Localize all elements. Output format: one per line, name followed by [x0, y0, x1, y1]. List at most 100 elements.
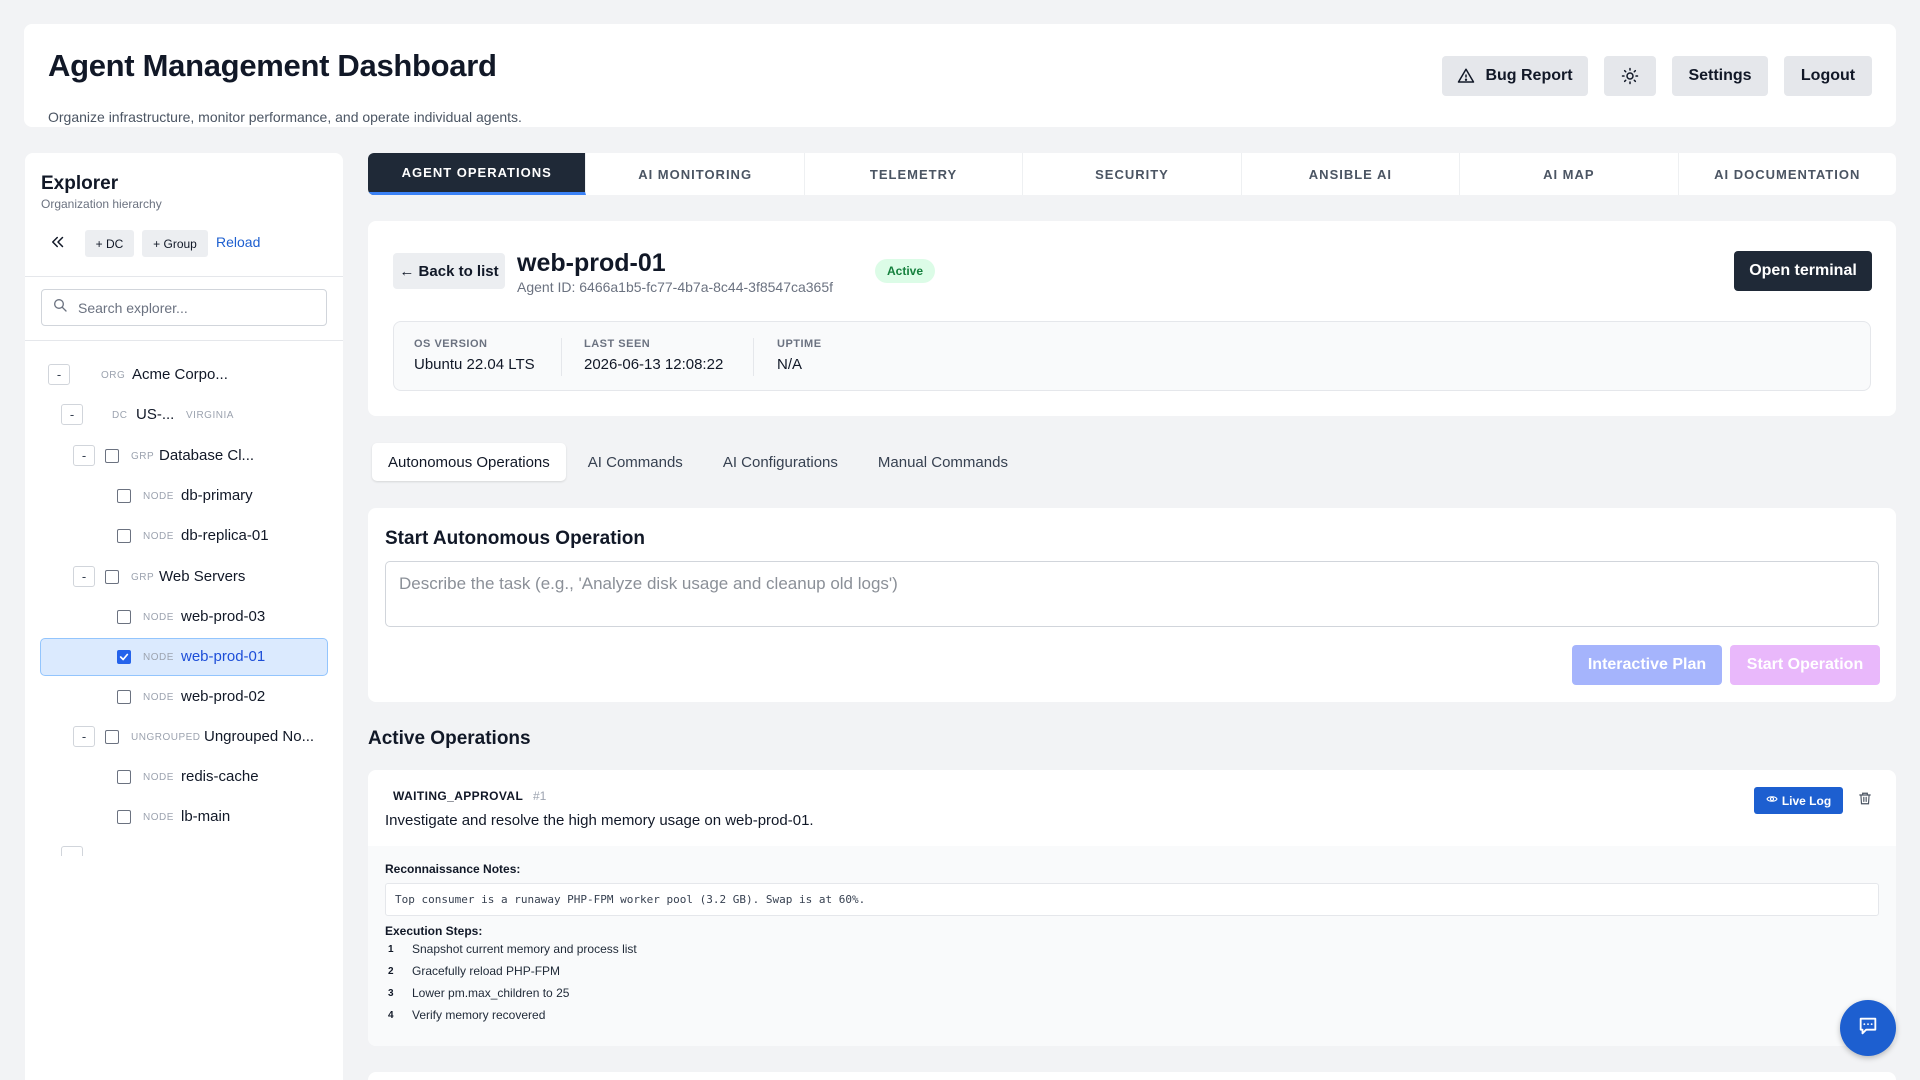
task-description-input[interactable] — [385, 561, 1879, 627]
tree-item-node[interactable]: NODE db-primary — [25, 478, 343, 514]
tree-checkbox[interactable] — [105, 730, 119, 744]
tab-ai-monitoring[interactable]: AI MONITORING — [586, 153, 805, 195]
tree-item-label: Ungrouped No... — [204, 728, 315, 745]
tree-checkbox[interactable] — [105, 570, 119, 584]
tree-checkbox[interactable] — [117, 529, 131, 543]
tab-ansible-ai[interactable]: ANSIBLE AI — [1242, 153, 1461, 195]
back-to-list-button[interactable]: ← Back to list — [393, 253, 505, 289]
tree-item-group[interactable]: - GRP Database Cl... — [25, 438, 343, 474]
page-title: Agent Management Dashboard — [48, 48, 497, 83]
add-group-button[interactable]: + Group — [142, 230, 208, 257]
settings-button[interactable]: Settings — [1672, 56, 1768, 96]
reload-link[interactable]: Reload — [216, 234, 260, 250]
tree-item-type: NODE — [143, 531, 174, 542]
search-icon — [52, 297, 68, 318]
collapse-toggle[interactable]: - — [61, 404, 83, 425]
tree-item-type: UNGROUPED — [131, 732, 201, 743]
operation-description: Investigate and resolve the high memory … — [385, 812, 814, 829]
tab-ai-documentation[interactable]: AI DOCUMENTATION — [1679, 153, 1896, 195]
tree-checkbox[interactable] — [117, 770, 131, 784]
tree-item-label: lb-main — [181, 808, 231, 825]
collapse-toggle[interactable]: - — [73, 726, 95, 747]
explorer-sidebar: Explorer Organization hierarchy + DC + G… — [25, 153, 343, 1080]
operation-card: WAITING_APPROVAL #1 Investigate and reso… — [368, 770, 1896, 1046]
tree-item-label: db-primary — [181, 487, 253, 504]
warning-icon — [1457, 67, 1475, 85]
live-log-button[interactable]: Live Log — [1754, 787, 1843, 814]
tree-checkbox[interactable] — [117, 489, 131, 503]
agent-name: web-prod-01 — [517, 249, 666, 277]
reconnaissance-notes: Top consumer is a runaway PHP-FPM worker… — [385, 883, 1879, 916]
tree-item-dc[interactable]: - DC US-... VIRGINIA — [25, 397, 343, 433]
double-chevron-left-icon — [49, 233, 67, 256]
tree-item-label: web-prod-03 — [181, 608, 266, 625]
step-text: Gracefully reload PHP-FPM — [412, 964, 561, 978]
step-number: 1 — [388, 943, 394, 955]
stat-value: N/A — [777, 356, 803, 373]
tab-security[interactable]: SECURITY — [1023, 153, 1242, 195]
stat-uptime: UPTIME N/A — [777, 338, 822, 373]
theme-toggle-button[interactable] — [1604, 56, 1656, 96]
tree-item-type: NODE — [143, 612, 174, 623]
chat-button[interactable] — [1840, 1000, 1896, 1056]
tree-item-node[interactable]: NODE redis-cache — [25, 759, 343, 795]
active-operations-title: Active Operations — [368, 728, 531, 749]
subtab-autonomous-operations[interactable]: Autonomous Operations — [372, 443, 566, 481]
stat-value: 2026-06-13 12:08:22 — [584, 356, 724, 373]
tree-item-type: NODE — [143, 692, 174, 703]
tree-item-type: NODE — [143, 652, 174, 663]
stat-label: UPTIME — [777, 338, 822, 350]
collapse-toggle[interactable]: - — [48, 364, 70, 385]
stat-label: OS VERSION — [414, 338, 488, 350]
subtab-ai-configurations[interactable]: AI Configurations — [705, 443, 856, 481]
tree-item-type: ORG — [101, 370, 126, 381]
tab-ai-map[interactable]: AI MAP — [1460, 153, 1679, 195]
tree-item-node[interactable]: NODE web-prod-02 — [25, 679, 343, 715]
operation-number: #1 — [533, 789, 547, 803]
interactive-plan-button[interactable]: Interactive Plan — [1572, 645, 1722, 685]
divider — [25, 340, 343, 341]
agent-detail-card: ← Back to list web-prod-01 Agent ID: 646… — [368, 221, 1896, 416]
tree-item-node-selected[interactable]: NODE web-prod-01 — [40, 638, 328, 676]
tree-item-ungrouped[interactable]: - UNGROUPED Ungrouped No... — [25, 719, 343, 755]
tree-checkbox[interactable] — [105, 449, 119, 463]
tree-item-label: db-replica-01 — [181, 527, 269, 544]
tree-checkbox-checked[interactable] — [117, 650, 131, 664]
tree-item-region: VIRGINIA — [186, 410, 234, 421]
tree-item-node[interactable]: NODE web-prod-03 — [25, 599, 343, 635]
divider — [561, 338, 562, 376]
stat-last-seen: LAST SEEN 2026-06-13 12:08:22 — [584, 338, 723, 373]
collapse-toggle[interactable]: - — [73, 566, 95, 587]
tree-item-label: US-... — [136, 406, 175, 423]
logout-button[interactable]: Logout — [1784, 56, 1872, 96]
explorer-subtitle: Organization hierarchy — [41, 197, 162, 211]
bug-report-button[interactable]: Bug Report — [1442, 56, 1588, 96]
explorer-search[interactable] — [41, 289, 327, 326]
tree-checkbox[interactable] — [117, 610, 131, 624]
start-operation-button[interactable]: Start Operation — [1730, 645, 1880, 685]
tree-checkbox[interactable] — [117, 810, 131, 824]
tree-item-type: GRP — [131, 572, 155, 583]
subtab-ai-commands[interactable]: AI Commands — [570, 443, 701, 481]
tree-item-node[interactable]: NODE db-replica-01 — [25, 518, 343, 554]
tree-item-label: web-prod-01 — [181, 648, 266, 665]
add-dc-button[interactable]: + DC — [85, 230, 134, 257]
tab-telemetry[interactable]: TELEMETRY — [805, 153, 1024, 195]
tree-item-org[interactable]: - ORG Acme Corpo... — [25, 357, 343, 393]
delete-operation-button[interactable] — [1858, 791, 1872, 811]
collapse-toggle-partial[interactable] — [61, 846, 83, 856]
collapse-sidebar-button[interactable] — [45, 231, 71, 257]
tree-item-node[interactable]: NODE lb-main — [25, 799, 343, 835]
agent-id: Agent ID: 6466a1b5-fc77-4b7a-8c44-3f8547… — [517, 279, 834, 295]
tree-item-label: redis-cache — [181, 768, 259, 785]
tree-item-group[interactable]: - GRP Web Servers — [25, 559, 343, 595]
execution-step: 3 Lower pm.max_children to 25 — [388, 984, 569, 1002]
tree-checkbox[interactable] — [117, 690, 131, 704]
search-input[interactable] — [78, 299, 298, 316]
tab-agent-operations[interactable]: AGENT OPERATIONS — [368, 153, 587, 195]
open-terminal-button[interactable]: Open terminal — [1734, 251, 1872, 291]
collapse-toggle[interactable]: - — [73, 445, 95, 466]
tree-item-label: Web Servers — [159, 568, 246, 585]
start-operation-title: Start Autonomous Operation — [385, 528, 646, 549]
subtab-manual-commands[interactable]: Manual Commands — [860, 443, 1026, 481]
